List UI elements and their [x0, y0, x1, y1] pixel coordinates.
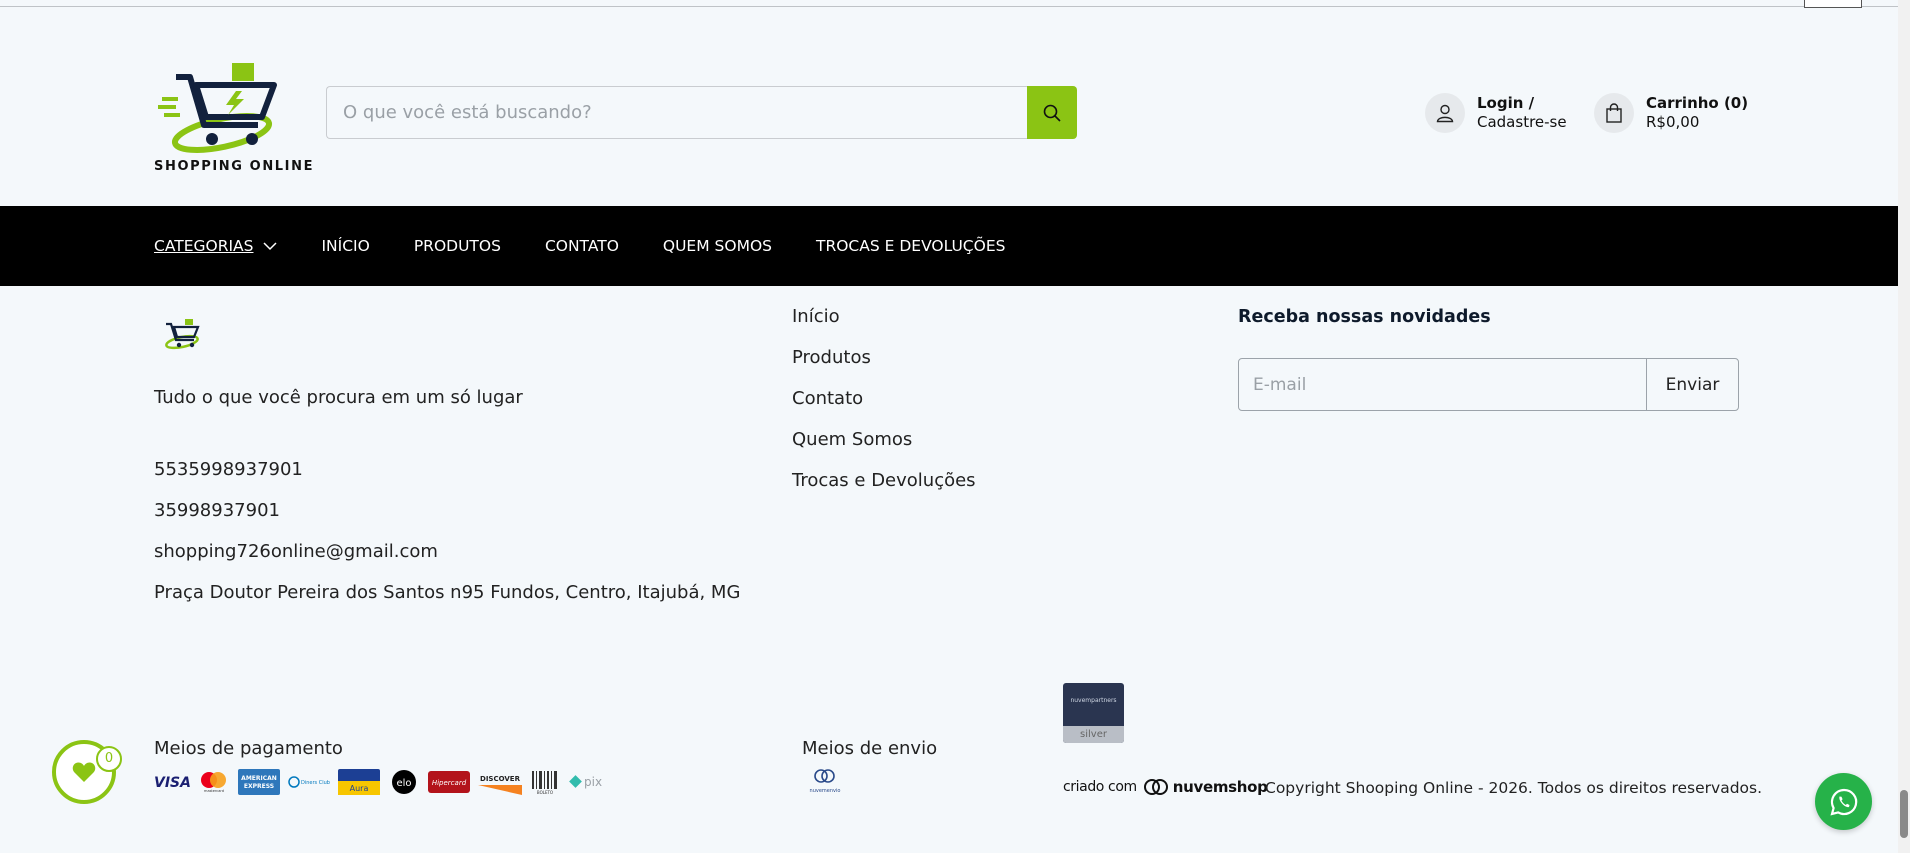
newsletter-title: Receba nossas novidades	[1238, 307, 1491, 327]
footer-logo[interactable]	[160, 316, 204, 354]
newsletter-form: Enviar	[1238, 358, 1739, 411]
footer-links: Início Produtos Contato Quem Somos Troca…	[792, 306, 976, 511]
footer-link-contato[interactable]: Contato	[792, 388, 976, 429]
footer-link-inicio[interactable]: Início	[792, 306, 976, 347]
cart-count: Carrinho (0)	[1646, 94, 1749, 112]
footer-tagline: Tudo o que você procura em um só lugar	[154, 387, 523, 408]
payment-title: Meios de pagamento	[154, 738, 343, 759]
footer-link-trocas[interactable]: Trocas e Devoluções	[792, 470, 976, 511]
wishlist-count-badge: 0	[96, 746, 122, 772]
login-label[interactable]: Login /	[1477, 94, 1567, 113]
chevron-down-icon	[263, 241, 278, 250]
shopping-bag-icon	[1594, 93, 1634, 133]
footer-link-produtos[interactable]: Produtos	[792, 347, 976, 388]
heart-icon	[72, 762, 96, 782]
nuvem-partners-badge[interactable]: nuvempartners silver	[1063, 683, 1124, 743]
mastercard-icon: mastercard	[198, 769, 230, 795]
account-link[interactable]: Login / Cadastre-se	[1425, 93, 1567, 133]
pix-icon: pix	[568, 769, 610, 795]
search-input[interactable]	[326, 86, 1028, 139]
page-scrollbar[interactable]	[1898, 0, 1910, 853]
svg-text:nuvemenvio: nuvemenvio	[810, 788, 841, 794]
contact-phone-2[interactable]: 35998937901	[154, 500, 280, 521]
search-icon	[1043, 104, 1061, 122]
scrollbar-thumb[interactable]	[1900, 790, 1908, 838]
nav-item-inicio[interactable]: INÍCIO	[321, 237, 369, 255]
signup-label[interactable]: Cadastre-se	[1477, 113, 1567, 132]
svg-text:Hipercard: Hipercard	[432, 779, 467, 787]
user-icon	[1425, 93, 1465, 133]
boleto-icon: BOLETO	[530, 769, 560, 795]
svg-text:Aura: Aura	[350, 784, 369, 793]
nav-item-quem-somos[interactable]: QUEM SOMOS	[663, 237, 772, 255]
footer-link-quem-somos[interactable]: Quem Somos	[792, 429, 976, 470]
svg-text:elo: elo	[396, 778, 411, 789]
made-by-label: criado com	[1063, 779, 1137, 795]
nav-item-produtos[interactable]: PRODUTOS	[414, 237, 501, 255]
nav-item-contato[interactable]: CONTATO	[545, 237, 619, 255]
visa-icon: VISA	[154, 769, 190, 795]
nuvemshop-brand: nuvemshop	[1172, 778, 1268, 796]
nuvemshop-cloud-icon	[1143, 779, 1168, 795]
payment-methods: VISA mastercard AMERICAN EXPRESS Diners C…	[154, 768, 618, 796]
made-by-nuvemshop[interactable]: criado com nuvemshop	[1063, 778, 1268, 796]
cart-link[interactable]: Carrinho (0) R$0,00	[1594, 93, 1748, 133]
elo-icon: elo	[388, 769, 420, 795]
store-name: SHOPPING ONLINE	[154, 159, 315, 174]
svg-text:EXPRESS: EXPRESS	[244, 783, 274, 790]
nav-item-categorias[interactable]: CATEGORIAS	[154, 237, 278, 255]
svg-text:BOLETO: BOLETO	[537, 790, 553, 795]
hipercard-icon: Hipercard	[428, 769, 470, 795]
svg-text:Diners Club: Diners Club	[301, 780, 330, 786]
discover-icon: DISCOVER	[478, 769, 522, 795]
nav-item-trocas[interactable]: TROCAS E DEVOLUÇÕES	[816, 237, 1005, 255]
amex-icon: AMERICAN EXPRESS	[238, 769, 280, 795]
svg-text:DISCOVER: DISCOVER	[480, 775, 521, 783]
newsletter-email-input[interactable]	[1238, 358, 1647, 411]
main-navigation: CATEGORIAS INÍCIO PRODUTOS CONTATO QUEM …	[0, 206, 1898, 286]
search-bar	[326, 86, 1077, 139]
whatsapp-button[interactable]	[1815, 773, 1872, 830]
svg-text:AMERICAN: AMERICAN	[241, 775, 277, 782]
contact-email[interactable]: shopping726online@gmail.com	[154, 541, 438, 562]
site-header: SHOPPING ONLINE Login / Cadastre-se Carr…	[0, 7, 1898, 206]
aura-icon: Aura	[338, 769, 380, 795]
nuvem-envio-icon: nuvemenvio	[810, 769, 841, 794]
contact-phone-1[interactable]: 5535998937901	[154, 459, 303, 480]
cart-total: R$0,00	[1646, 113, 1700, 131]
whatsapp-icon	[1829, 788, 1857, 816]
newsletter-submit-button[interactable]: Enviar	[1646, 358, 1739, 411]
shipping-title: Meios de envio	[802, 738, 938, 759]
svg-text:mastercard: mastercard	[204, 789, 224, 793]
svg-text:pix: pix	[584, 775, 602, 789]
copyright-text: Copyright Shooping Online - 2026. Todos …	[1265, 779, 1763, 797]
contact-address: Praça Doutor Pereira dos Santos n95 Fund…	[154, 582, 741, 603]
diners-club-icon: Diners Club	[288, 769, 330, 795]
search-button[interactable]	[1027, 86, 1077, 139]
svg-text:VISA: VISA	[154, 775, 190, 789]
